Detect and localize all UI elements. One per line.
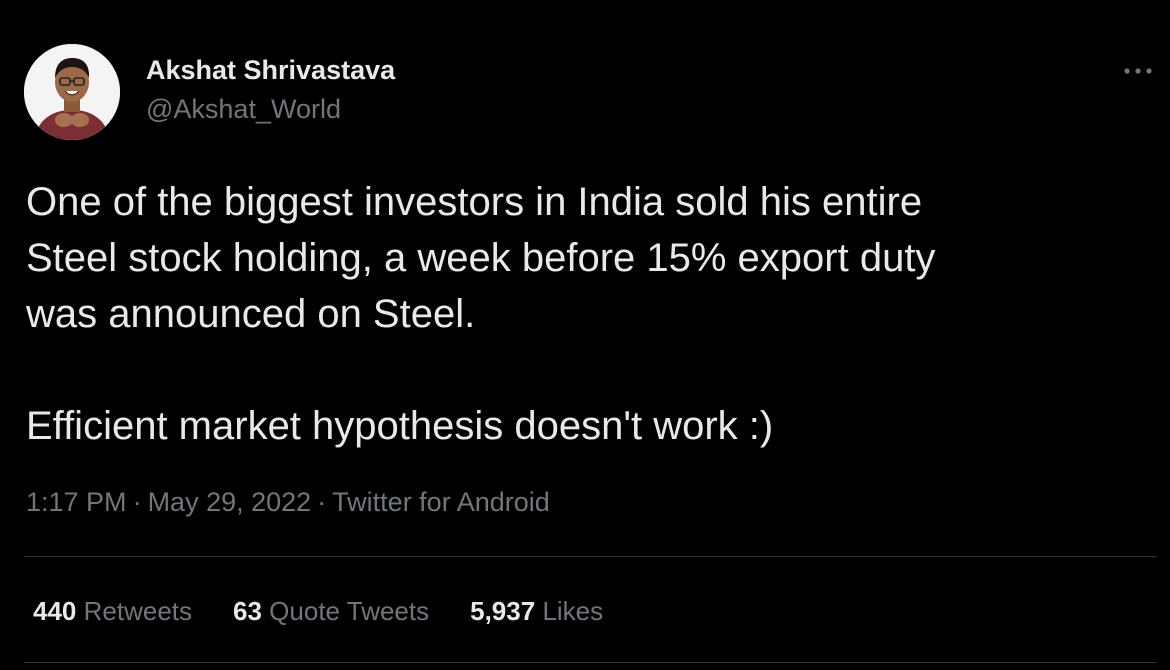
retweets-count: 440 (33, 596, 77, 626)
likes-label: Likes (542, 596, 604, 626)
more-options-button[interactable] (1118, 56, 1158, 86)
quote-tweets-stat[interactable]: 63 Quote Tweets (233, 596, 429, 627)
avatar[interactable] (24, 44, 120, 140)
tweet-paragraph-1: One of the biggest investors in India so… (26, 174, 1136, 342)
retweets-stat[interactable]: 440 Retweets (33, 596, 192, 627)
tweet-date[interactable]: May 29, 2022 (148, 487, 312, 517)
divider (24, 662, 1157, 663)
meta-separator: · (132, 487, 142, 517)
avatar-photo (24, 44, 120, 140)
tweet-time[interactable]: 1:17 PM (26, 487, 127, 517)
tweet-paragraph-2: Efficient market hypothesis doesn't work… (26, 398, 1136, 454)
display-name[interactable]: Akshat Shrivastava (146, 55, 395, 86)
tweet-line: One of the biggest investors in India so… (26, 180, 923, 224)
retweets-label: Retweets (83, 596, 193, 626)
meta-separator: · (317, 487, 327, 517)
tweet-line: Steel stock holding, a week before 15% e… (26, 236, 936, 280)
likes-stat[interactable]: 5,937 Likes (470, 596, 603, 627)
tweet-source[interactable]: Twitter for Android (332, 487, 550, 517)
tweet-stats: 440 Retweets 63 Quote Tweets 5,937 Likes (33, 596, 644, 627)
quote-tweets-label: Quote Tweets (269, 596, 430, 626)
tweet-line: Efficient market hypothesis doesn't work… (26, 404, 774, 448)
quote-tweets-count: 63 (233, 596, 262, 626)
tweet-meta: 1:17 PM · May 29, 2022 · Twitter for Android (26, 487, 550, 518)
user-handle[interactable]: @Akshat_World (146, 94, 341, 125)
likes-count: 5,937 (470, 596, 536, 626)
more-horizontal-icon (1124, 68, 1152, 74)
tweet-line: was announced on Steel. (26, 292, 476, 336)
tweet-text: One of the biggest investors in India so… (26, 174, 1136, 454)
divider (24, 556, 1157, 557)
